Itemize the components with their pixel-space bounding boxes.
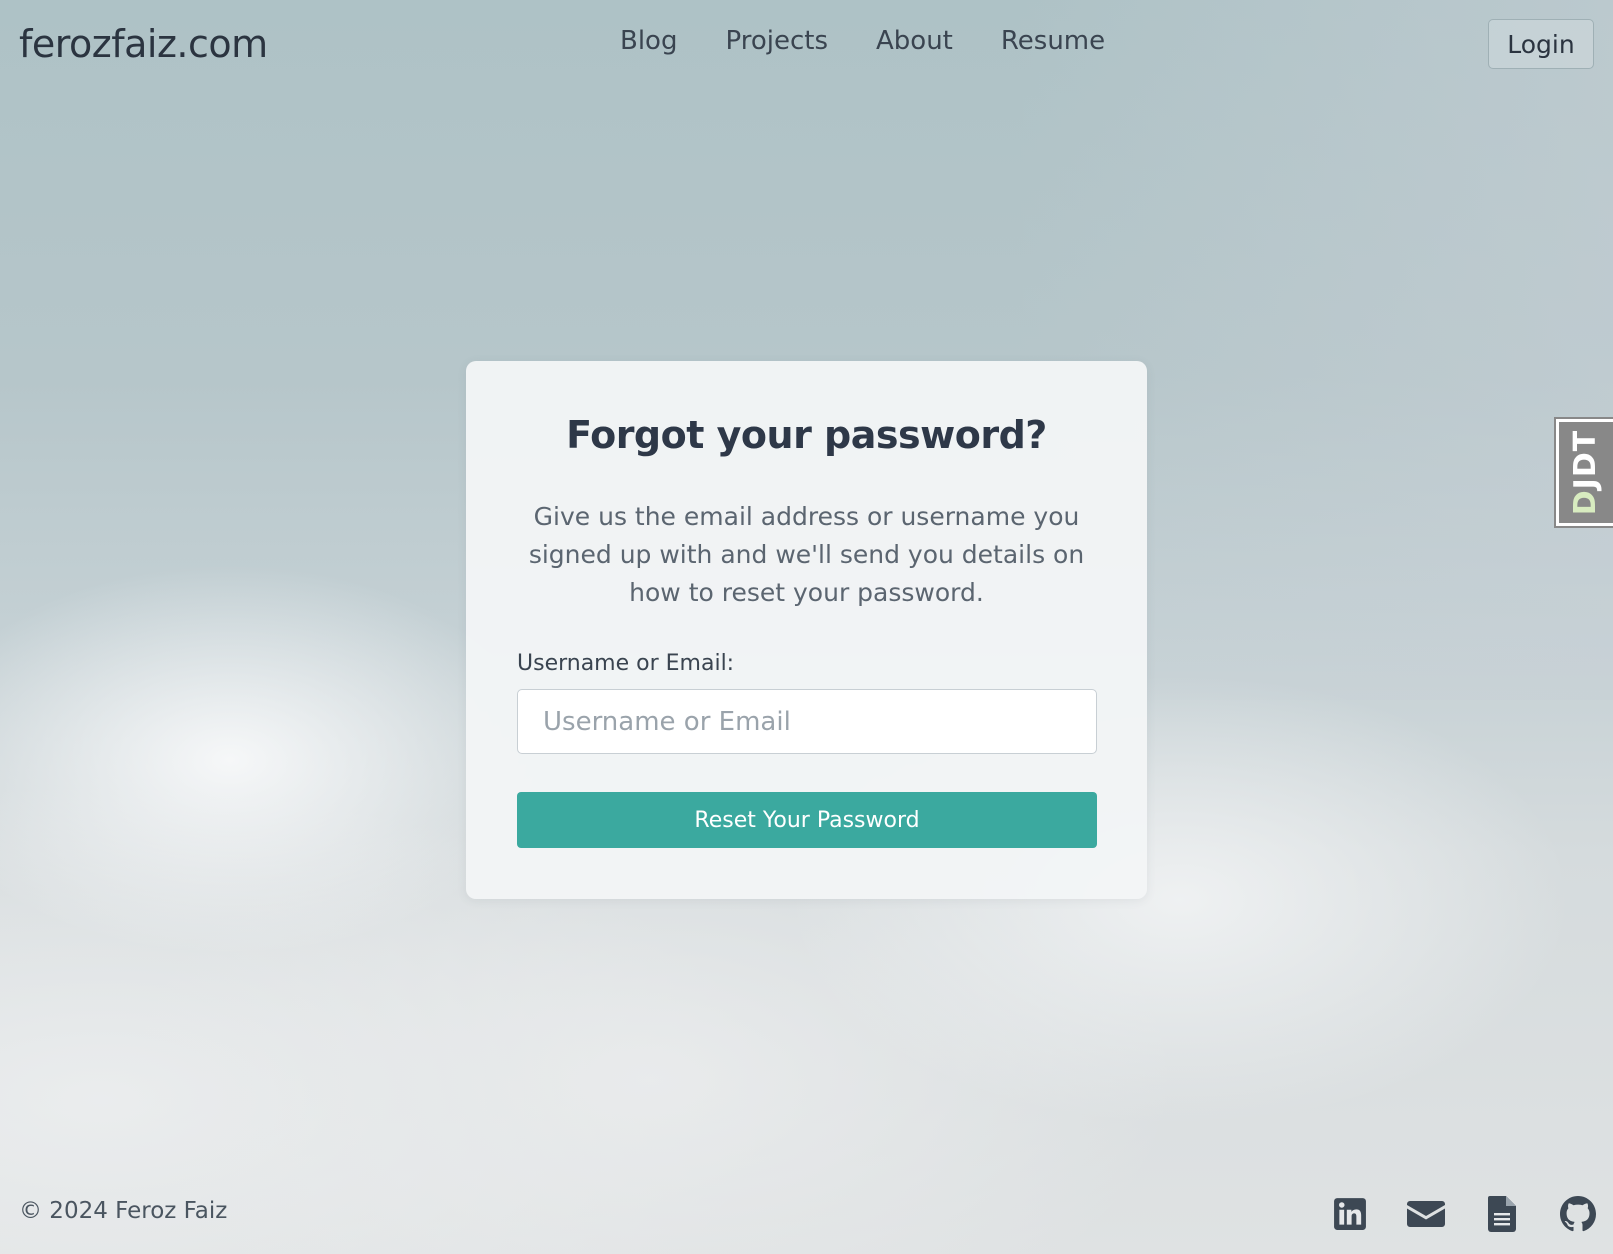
email-icon[interactable] [1406,1194,1446,1234]
brand-logo-link[interactable]: ferozfaiz.com [19,22,268,66]
resume-document-icon[interactable] [1482,1194,1522,1234]
djdt-label-d: D [1568,489,1604,516]
nav-link-blog[interactable]: Blog [620,26,677,56]
nav-link-projects[interactable]: Projects [725,26,828,56]
nav-link-about[interactable]: About [876,26,953,56]
username-email-input[interactable] [517,689,1097,754]
reset-password-button[interactable]: Reset Your Password [517,792,1097,848]
djdt-label-rest: JDT [1568,429,1604,490]
django-debug-toolbar-handle[interactable]: DJDT [1554,417,1613,528]
page-title: Forgot your password? [566,413,1047,457]
linkedin-icon[interactable] [1330,1194,1370,1234]
forgot-password-card: Forgot your password? Give us the email … [466,361,1147,899]
login-button[interactable]: Login [1488,19,1594,69]
copyright-text: © 2024 Feroz Faiz [19,1198,228,1224]
username-email-label: Username or Email: [517,651,735,676]
instructions-text: Give us the email address or username yo… [528,502,1085,607]
nav-link-resume[interactable]: Resume [1001,26,1105,56]
djdt-handle-inner: DJDT [1559,422,1613,523]
navbar: ferozfaiz.com Blog Projects About Resume… [0,0,1613,88]
main-nav: Blog Projects About Resume [620,26,1105,56]
github-icon[interactable] [1558,1194,1598,1234]
djdt-label: DJDT [1569,430,1604,515]
